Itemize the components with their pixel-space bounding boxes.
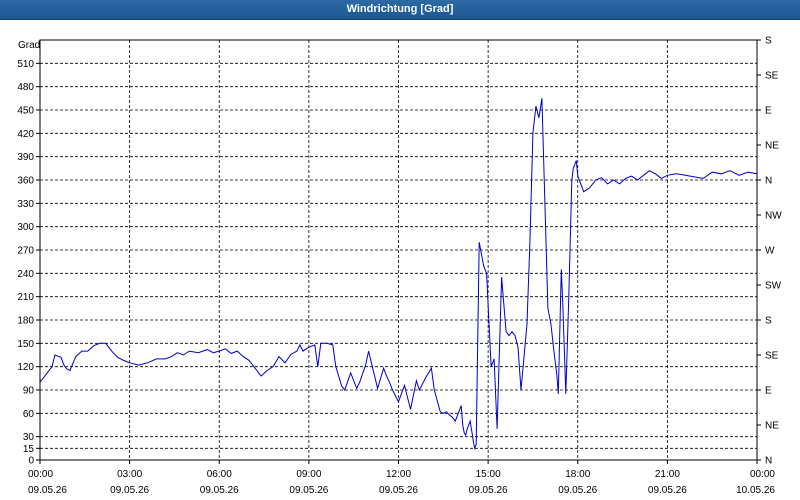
- x-tick-time-label: 18:00: [565, 469, 590, 480]
- compass-tick-label: S: [765, 316, 772, 327]
- y-tick-label: 420: [17, 129, 34, 140]
- y-tick-label: 270: [17, 246, 34, 257]
- x-tick-date-label: 09.05.26: [558, 485, 597, 496]
- x-tick-time-label: 21:00: [655, 469, 680, 480]
- y-tick-label: 180: [17, 316, 34, 327]
- compass-tick-label: S: [765, 36, 772, 47]
- y-tick-label: 30: [23, 432, 35, 443]
- y-tick-label: 390: [17, 152, 34, 163]
- x-tick-date-label: 09.05.26: [379, 485, 418, 496]
- compass-tick-label: W: [765, 246, 775, 257]
- y-tick-label: 240: [17, 269, 34, 280]
- window-title: Windrichtung [Grad]: [0, 0, 800, 20]
- x-tick-date-label: 10.05.26: [736, 485, 775, 496]
- chart-window: Windrichtung [Grad] 0 15 30 60 90 120 150 180 21…: [0, 0, 800, 500]
- compass-tick-label: NE: [765, 421, 779, 432]
- x-tick-time-label: 00:00: [28, 469, 53, 480]
- y-tick-label: 0: [28, 456, 34, 467]
- y-tick-label: 150: [17, 339, 34, 350]
- y-tick-label: 60: [23, 409, 35, 420]
- compass-tick-label: SE: [765, 351, 779, 362]
- compass-tick-label: NE: [765, 141, 779, 152]
- y-tick-label: 510: [17, 59, 34, 70]
- compass-tick-label: N: [765, 456, 772, 467]
- x-tick-date-label: 09.05.26: [28, 485, 67, 496]
- y-tick-label: 120: [17, 362, 34, 373]
- x-tick-date-label: 09.05.26: [648, 485, 687, 496]
- x-tick-time-label: 03:00: [117, 469, 142, 480]
- compass-tick-label: E: [765, 386, 772, 397]
- compass-tick-label: SE: [765, 71, 779, 82]
- x-tick-time-label: 15:00: [476, 469, 501, 480]
- x-tick-date-label: 09.05.26: [289, 485, 328, 496]
- y-tick-label: 330: [17, 199, 34, 210]
- compass-tick-label: SW: [765, 281, 782, 292]
- y-tick-label: 360: [17, 176, 34, 187]
- x-tick-date-label: 09.05.26: [110, 485, 149, 496]
- y-tick-label: 210: [17, 292, 34, 303]
- y-tick-label: 450: [17, 106, 34, 117]
- y-axis-label: Grad: [18, 40, 40, 51]
- y-tick-label: 90: [23, 386, 35, 397]
- x-tick-date-label: 09.05.26: [200, 485, 239, 496]
- x-tick-time-label: 12:00: [386, 469, 411, 480]
- y-tick-label: 15: [23, 444, 35, 455]
- x-tick-time-label: 00:00: [750, 469, 775, 480]
- compass-tick-label: N: [765, 176, 772, 187]
- y-tick-label: 300: [17, 222, 34, 233]
- x-tick-time-label: 09:00: [296, 469, 321, 480]
- compass-tick-label: E: [765, 106, 772, 117]
- compass-tick-label: NW: [765, 211, 782, 222]
- y-tick-label: 480: [17, 82, 34, 93]
- x-tick-date-label: 09.05.26: [469, 485, 508, 496]
- wind-direction-chart: 01530 60 90 120 150 180 210 240 270 300 330 360 390 4…: [17, 36, 782, 497]
- x-tick-time-label: 06:00: [207, 469, 232, 480]
